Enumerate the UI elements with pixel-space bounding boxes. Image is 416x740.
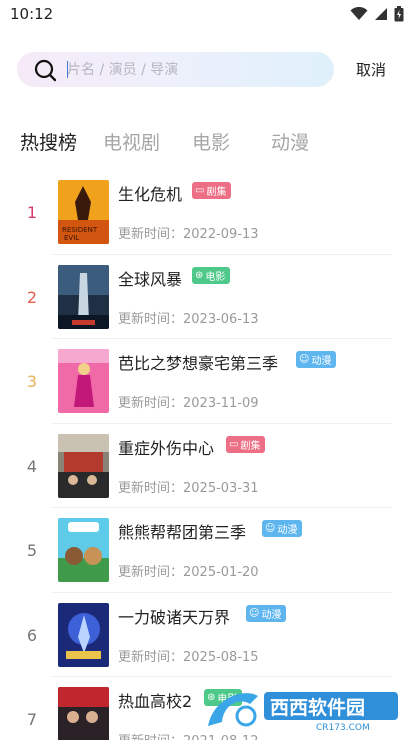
anime-icon: ☺ [249, 607, 260, 619]
anime-icon: ☺ [299, 354, 310, 365]
status-bar: 10:12 [0, 0, 416, 30]
update-time: 更新时间：2023-06-13 [118, 308, 259, 327]
category-badge: ▭ 剧集 [192, 182, 232, 199]
category-badge: ☺ 动漫 [246, 604, 287, 622]
tv-icon: ▭ [195, 185, 205, 196]
update-time: 更新时间：2022-09-13 [118, 223, 259, 242]
update-date: 2023-06-13 [183, 311, 259, 327]
badge-label: 动漫 [261, 609, 282, 621]
category-badge: ⊛ 电影 [192, 266, 231, 284]
svg-text:EVIL: EVIL [64, 234, 79, 242]
status-time: 10:12 [10, 5, 54, 23]
update-time: 更新时间：2023-11-09 [118, 392, 259, 411]
watermark-url: CR173.COM [316, 723, 370, 732]
update-time: 更新时间：2025-08-15 [118, 646, 259, 665]
rank-number: 1 [26, 203, 38, 222]
update-date: 2023-11-09 [183, 396, 259, 411]
update-time: 更新时间：2025-01-20 [118, 561, 259, 580]
rank-number: 2 [26, 287, 38, 307]
item-title[interactable]: 重症外伤中心 [118, 435, 214, 459]
poster-image[interactable] [58, 687, 109, 740]
badge-label: 动漫 [277, 525, 298, 536]
category-badge: ☺ 动漫 [296, 351, 337, 368]
category-badge: ▭ 剧集 [226, 435, 266, 453]
signal-icon [375, 8, 387, 20]
update-prefix: 更新时间： [118, 396, 184, 411]
watermark-brand: 西西软件园 [270, 696, 365, 719]
rank-number: 6 [26, 625, 38, 645]
update-prefix: 更新时间： [118, 311, 184, 327]
list-item[interactable]: 6 一力破诸天万界 ☺ 动漫 更新时间：2025-08-15 [0, 593, 416, 677]
film-reel-icon: ⊛ [195, 269, 204, 281]
item-title[interactable]: 一力破诸天万界 [118, 604, 230, 628]
rank-number: 5 [26, 541, 38, 560]
category-tabs: 热搜榜 电视剧 电影 动漫 [0, 128, 416, 158]
update-time: 更新时间：2025-03-31 [118, 477, 259, 496]
item-title[interactable]: 生化危机 [118, 181, 182, 205]
list-item[interactable]: 4 重症外伤中心 ▭ 剧集 更新时间：2025-03-31 [0, 424, 416, 508]
item-title[interactable]: 熊熊帮帮团第三季 [118, 519, 246, 543]
update-date: 2025-01-20 [183, 565, 259, 580]
poster-image[interactable] [58, 602, 109, 667]
tab-hot-search[interactable]: 热搜榜 [20, 128, 77, 155]
anime-icon: ☺ [265, 523, 276, 534]
category-badge: ☺ 动漫 [262, 520, 303, 537]
item-title[interactable]: 热血高校2 [118, 688, 192, 712]
badge-label: 电影 [205, 271, 226, 283]
poster-image[interactable]: RESIDENT EVIL [58, 180, 109, 244]
update-date: 2025-08-15 [183, 649, 259, 665]
wifi-icon [350, 7, 368, 20]
update-date: 2022-09-13 [183, 227, 259, 242]
update-prefix: 更新时间： [118, 734, 183, 740]
update-date: 2021-08-12 [183, 734, 259, 740]
update-date: 2025-03-31 [183, 480, 259, 496]
svg-text:RESIDENT: RESIDENT [62, 226, 98, 234]
poster-image[interactable] [58, 518, 109, 582]
search-input[interactable] [67, 52, 327, 87]
tab-movies[interactable]: 电影 [192, 128, 230, 155]
tab-tv-series[interactable]: 电视剧 [103, 128, 160, 155]
battery-icon [394, 6, 404, 22]
list-item[interactable]: 2 全球风暴 ⊛ 电影 更新时间：2023-06-13 [0, 255, 416, 339]
update-prefix: 更新时间： [118, 227, 184, 242]
list-item[interactable]: 1 RESIDENT EVIL 生化危机 ▭ 剧集 更新时间：2022-09-1… [0, 170, 416, 255]
tv-icon: ▭ [229, 438, 239, 450]
tab-anime[interactable]: 动漫 [271, 128, 309, 155]
badge-label: 剧集 [206, 187, 227, 198]
rank-number: 3 [26, 372, 38, 391]
rank-number: 7 [26, 710, 38, 729]
poster-image[interactable] [58, 433, 109, 498]
cancel-button[interactable]: 取消 [356, 59, 386, 80]
update-prefix: 更新时间： [118, 565, 184, 580]
item-title[interactable]: 芭比之梦想豪宅第三季 [118, 350, 278, 374]
watermark-logo: 西西软件园 CR173.COM [206, 686, 402, 733]
update-prefix: 更新时间： [118, 649, 184, 665]
update-prefix: 更新时间： [118, 480, 184, 496]
status-icons [350, 6, 404, 22]
item-title[interactable]: 全球风暴 [118, 266, 182, 290]
rank-number: 4 [26, 456, 38, 476]
search-icon [34, 59, 57, 82]
poster-image[interactable] [58, 264, 109, 329]
search-bar[interactable] [17, 52, 334, 87]
poster-image[interactable] [58, 349, 109, 413]
badge-label: 剧集 [240, 440, 261, 452]
list-item[interactable]: 3 芭比之梦想豪宅第三季 ☺ 动漫 更新时间：2023-11-09 [0, 339, 416, 424]
badge-label: 动漫 [311, 356, 332, 367]
list-item[interactable]: 5 熊熊帮帮团第三季 ☺ 动漫 更新时间：2025-01-20 [0, 508, 416, 593]
